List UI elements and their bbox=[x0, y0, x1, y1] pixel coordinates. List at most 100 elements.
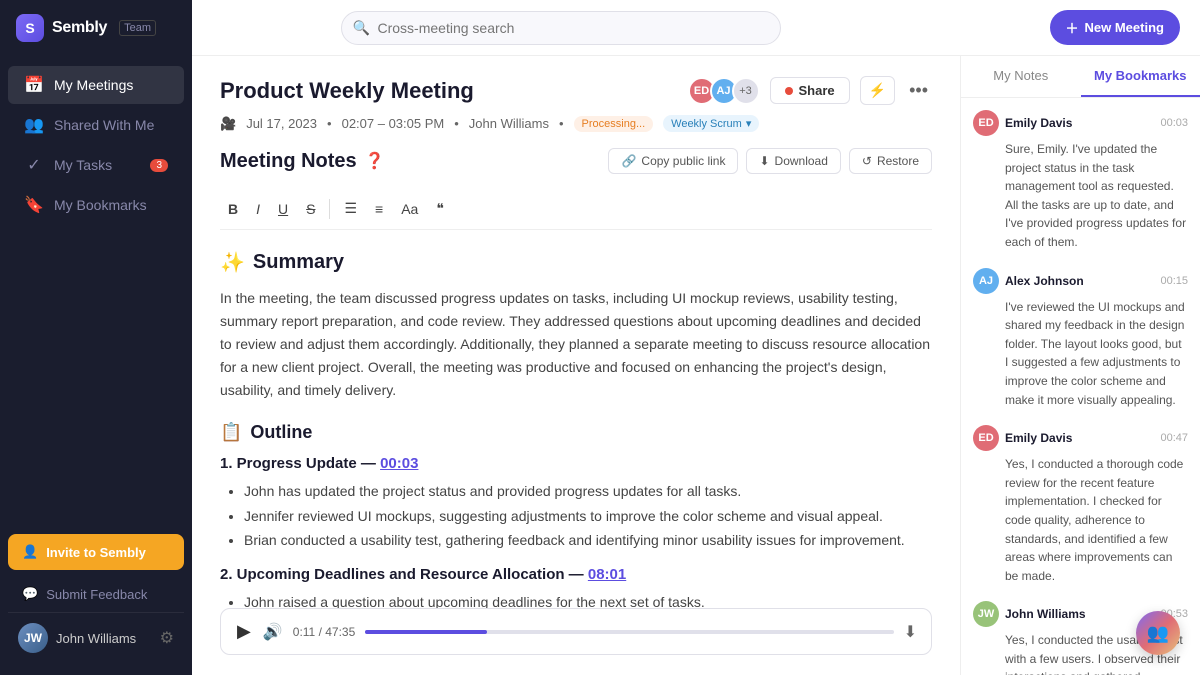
outline-title-row: 📋 Outline bbox=[220, 422, 932, 443]
invite-button[interactable]: 👤 Invite to Sembly bbox=[8, 534, 184, 570]
app-logo-icon: S bbox=[16, 14, 44, 42]
search-input[interactable] bbox=[341, 11, 781, 45]
italic-button[interactable]: I bbox=[248, 197, 268, 221]
weekly-label: Weekly Scrum bbox=[671, 118, 742, 130]
plus-icon: ＋ bbox=[1066, 18, 1079, 37]
notes-toolbar: Meeting Notes ❓ 🔗 Copy public link ⬇ Dow… bbox=[220, 148, 932, 174]
restore-icon: ↺ bbox=[862, 154, 872, 168]
sidebar-label-bookmarks: My Bookmarks bbox=[54, 197, 147, 213]
avatar: JW bbox=[18, 623, 48, 653]
audio-player: ▶ 🔊 0:11 / 47:35 ⬇ bbox=[220, 608, 932, 655]
weekly-badge: Weekly Scrum ▾ bbox=[663, 115, 759, 132]
progress-bar[interactable] bbox=[365, 630, 893, 634]
comment-1-header: ED Emily Davis 00:03 bbox=[973, 110, 1188, 136]
sidebar-nav: 📅 My Meetings 👥 Shared With Me ✓ My Task… bbox=[0, 56, 192, 522]
panel-content: ED Emily Davis 00:03 Sure, Emily. I've u… bbox=[961, 98, 1200, 675]
sidebar-item-shared-with-me[interactable]: 👥 Shared With Me bbox=[8, 106, 184, 144]
comment-2-name: Alex Johnson bbox=[1005, 274, 1084, 288]
tab-my-bookmarks[interactable]: My Bookmarks bbox=[1081, 56, 1200, 97]
volume-button[interactable]: 🔊 bbox=[263, 622, 283, 642]
bold-button[interactable]: B bbox=[220, 197, 246, 221]
more-options-button[interactable]: ••• bbox=[905, 76, 932, 105]
outline-item-2-timestamp[interactable]: 08:01 bbox=[588, 566, 626, 583]
summary-section: ✨ Summary In the meeting, the team discu… bbox=[220, 250, 932, 402]
meeting-meta: 🎥 Jul 17, 2023 • 02:07 – 03:05 PM • John… bbox=[220, 115, 932, 132]
main-area: 🔍 ＋ New Meeting Product Weekly Meeting E… bbox=[192, 0, 1200, 675]
comment-3-time: 00:47 bbox=[1160, 432, 1188, 444]
bullet-list-button[interactable]: ☰ bbox=[336, 196, 365, 221]
comment-2: AJ Alex Johnson 00:15 I've reviewed the … bbox=[973, 268, 1188, 410]
sidebar-label-my-meetings: My Meetings bbox=[54, 77, 133, 93]
meeting-header: Product Weekly Meeting ED AJ +3 Share ⚡ … bbox=[220, 76, 932, 105]
ordered-list-button[interactable]: ≡ bbox=[367, 197, 391, 221]
dot-sep-1: • bbox=[454, 116, 459, 131]
attendee-avatars: ED AJ +3 bbox=[688, 77, 760, 105]
comment-1-avatar: ED bbox=[973, 110, 999, 136]
comment-1-text: Sure, Emily. I've updated the project st… bbox=[973, 140, 1188, 252]
outline-emoji: 📋 bbox=[220, 422, 242, 443]
dropdown-arrow[interactable]: ▾ bbox=[746, 117, 752, 130]
sidebar-item-my-meetings[interactable]: 📅 My Meetings bbox=[8, 66, 184, 104]
sidebar-item-my-tasks[interactable]: ✓ My Tasks 3 bbox=[8, 146, 184, 184]
notes-title: Meeting Notes bbox=[220, 150, 357, 173]
tab-my-notes[interactable]: My Notes bbox=[961, 56, 1081, 97]
meeting-host: John Williams bbox=[469, 116, 549, 131]
summary-title: Summary bbox=[253, 251, 344, 274]
underline-button[interactable]: U bbox=[270, 197, 296, 221]
comment-4-name: John Williams bbox=[1005, 607, 1086, 621]
download-button[interactable]: ⬇ Download bbox=[746, 148, 840, 174]
dot-sep-2: • bbox=[559, 116, 564, 131]
new-meeting-button[interactable]: ＋ New Meeting bbox=[1050, 10, 1180, 45]
team-label: Team bbox=[119, 20, 156, 36]
right-panel: My Notes My Bookmarks ED Emily Davis 00:… bbox=[960, 56, 1200, 675]
settings-icon[interactable]: ⚙ bbox=[160, 628, 174, 648]
sidebar-item-my-bookmarks[interactable]: 🔖 My Bookmarks bbox=[8, 186, 184, 224]
recording-dot bbox=[785, 87, 793, 95]
invite-label: Invite to Sembly bbox=[46, 545, 146, 560]
play-button[interactable]: ▶ bbox=[235, 619, 253, 644]
comment-3-avatar: ED bbox=[973, 425, 999, 451]
time-separator: • bbox=[327, 116, 332, 131]
share-button[interactable]: Share bbox=[770, 77, 850, 104]
bullet-1-1: John has updated the project status and … bbox=[244, 480, 932, 502]
bookmark-icon: 🔖 bbox=[24, 195, 44, 215]
meeting-date: Jul 17, 2023 bbox=[246, 116, 317, 131]
camera-icon: 🎥 bbox=[220, 116, 236, 132]
sidebar-label-shared: Shared With Me bbox=[54, 117, 154, 133]
meeting-header-right: ED AJ +3 Share ⚡ ••• bbox=[688, 76, 932, 105]
comment-1-time: 00:03 bbox=[1160, 117, 1188, 129]
tasks-badge: 3 bbox=[150, 159, 168, 172]
bullet-1-2: Jennifer reviewed UI mockups, suggesting… bbox=[244, 505, 932, 527]
app-name: Sembly bbox=[52, 19, 107, 37]
strikethrough-button[interactable]: S bbox=[298, 197, 323, 221]
lightning-button[interactable]: ⚡ bbox=[860, 76, 895, 105]
feedback-label: Submit Feedback bbox=[46, 587, 147, 602]
restore-button[interactable]: ↺ Restore bbox=[849, 148, 932, 174]
comment-3: ED Emily Davis 00:47 Yes, I conducted a … bbox=[973, 425, 1188, 585]
sidebar-bottom: 👤 Invite to Sembly 💬 Submit Feedback JW … bbox=[0, 522, 192, 675]
help-icon[interactable]: ❓ bbox=[365, 151, 385, 171]
comment-2-text: I've reviewed the UI mockups and shared … bbox=[973, 298, 1188, 410]
restore-label: Restore bbox=[877, 154, 919, 168]
sidebar-label-tasks: My Tasks bbox=[54, 157, 112, 173]
outline-title: Outline bbox=[250, 422, 312, 443]
invite-icon: 👤 bbox=[22, 544, 38, 560]
outline-item-1: 1. Progress Update — 00:03 John has upda… bbox=[220, 455, 932, 551]
comment-1-name: Emily Davis bbox=[1005, 116, 1072, 130]
floating-users-button[interactable]: 👥 bbox=[1136, 611, 1180, 655]
user-initials: JW bbox=[24, 631, 42, 645]
progress-fill bbox=[365, 630, 487, 634]
comment-2-time: 00:15 bbox=[1160, 275, 1188, 287]
text-size-button[interactable]: Aa bbox=[393, 197, 426, 221]
comment-3-header: ED Emily Davis 00:47 bbox=[973, 425, 1188, 451]
quote-button[interactable]: ❝ bbox=[428, 196, 452, 221]
copy-label: Copy public link bbox=[641, 154, 725, 168]
attendee-more: +3 bbox=[732, 77, 760, 105]
calendar-icon: 📅 bbox=[24, 75, 44, 95]
copy-public-link-button[interactable]: 🔗 Copy public link bbox=[608, 148, 738, 174]
content-area: Product Weekly Meeting ED AJ +3 Share ⚡ … bbox=[192, 56, 1200, 675]
feedback-button[interactable]: 💬 Submit Feedback bbox=[8, 576, 184, 612]
outline-item-1-timestamp[interactable]: 00:03 bbox=[380, 455, 418, 472]
summary-title-row: ✨ Summary bbox=[220, 250, 932, 275]
audio-download-button[interactable]: ⬇ bbox=[904, 622, 917, 642]
